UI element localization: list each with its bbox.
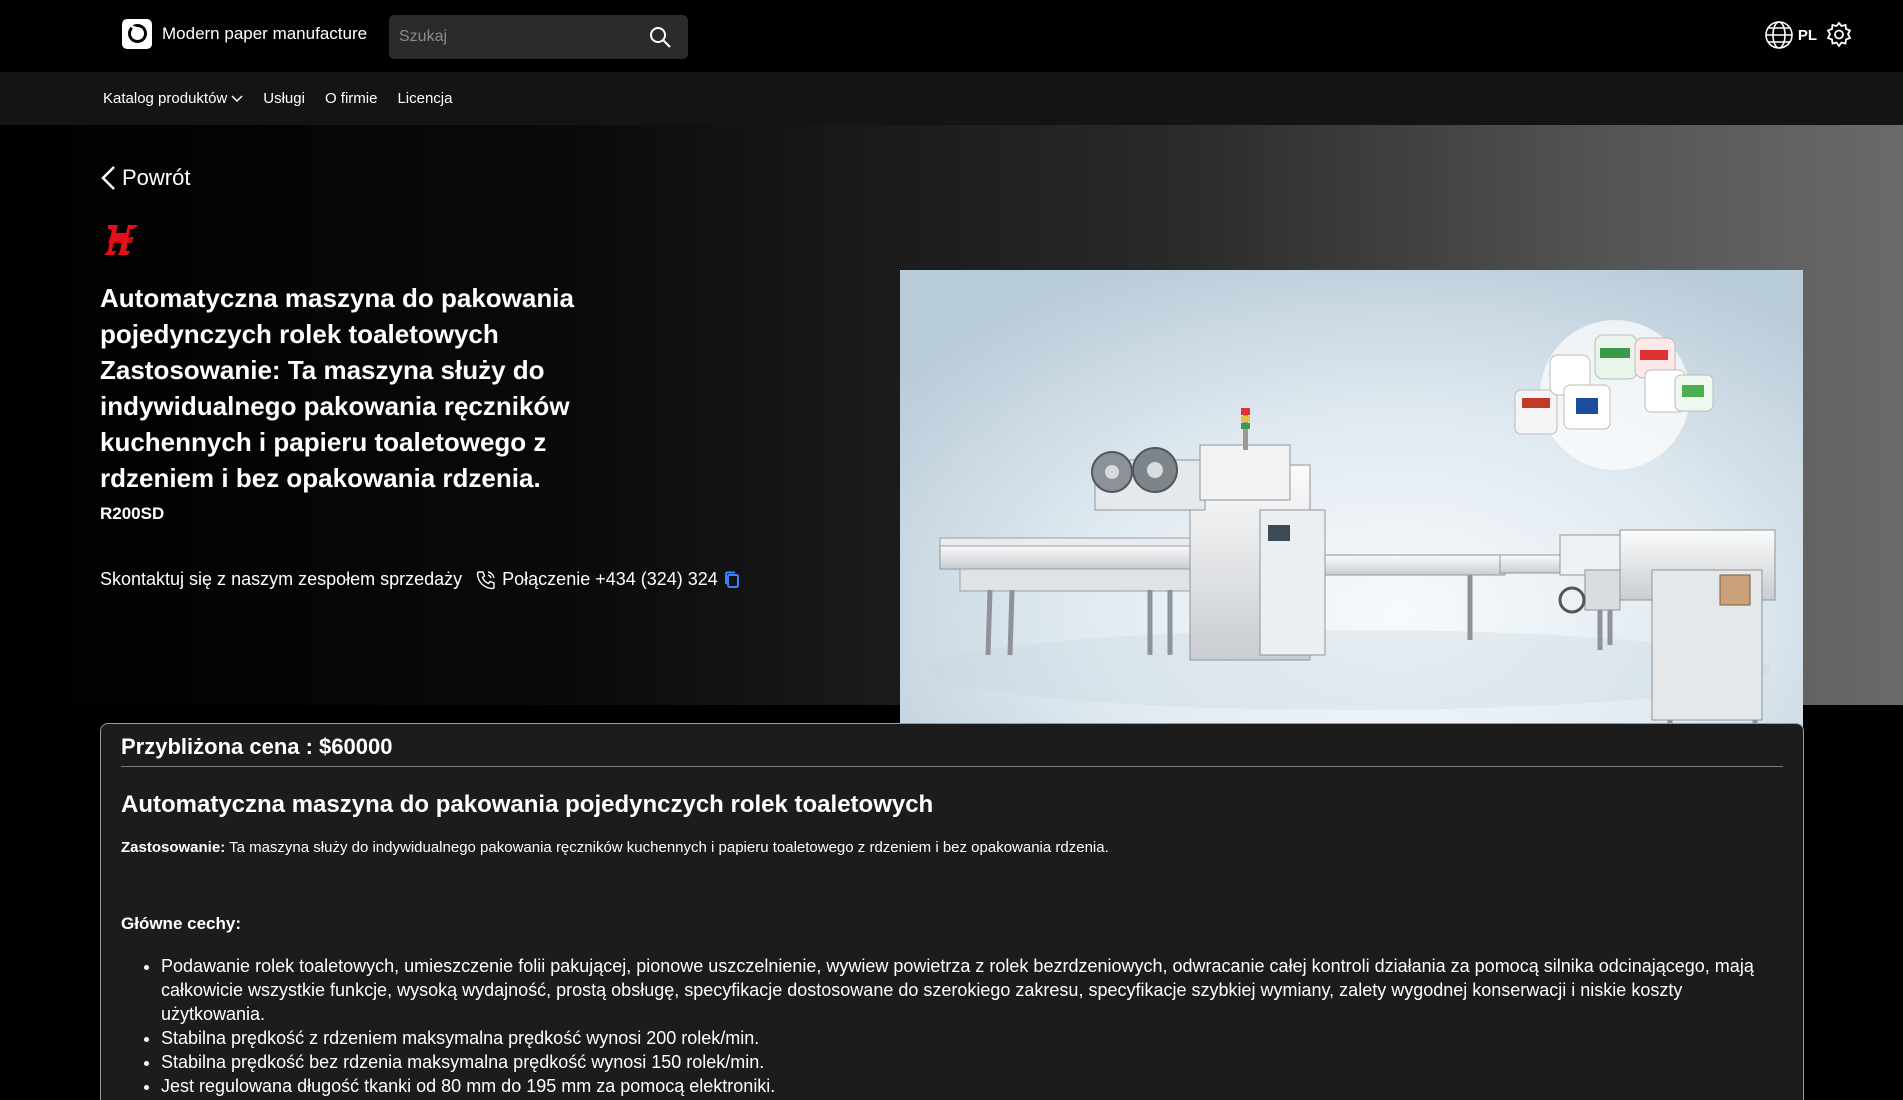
brand[interactable]: Modern paper manufacture [122, 19, 367, 49]
nav-item-label: Usługi [263, 90, 305, 107]
approximate-price: Przybliżona cena : $60000 [121, 734, 1783, 767]
back-label: Powrót [122, 165, 191, 190]
gear-icon[interactable] [1825, 21, 1853, 49]
usage-paragraph: Zastosowanie: Ta maszyna służy do indywi… [121, 839, 1783, 856]
search-input[interactable] [389, 15, 639, 59]
brand-logo-icon [122, 19, 152, 49]
features-heading: Główne cechy: [121, 914, 241, 933]
nav-item-license[interactable]: Licencja [397, 90, 452, 107]
features-list: Podawanie rolek toaletowych, umieszczeni… [161, 954, 1783, 1098]
usage-label: Zastosowanie: [121, 839, 226, 856]
brand-name: Modern paper manufacture [162, 24, 368, 43]
phone-icon [476, 570, 495, 589]
nav-item-about[interactable]: O firmie [325, 90, 378, 107]
search-box [389, 15, 688, 59]
globe-icon[interactable] [1764, 20, 1794, 50]
contact-text: Skontaktuj się z naszym zespołem sprzeda… [100, 569, 463, 589]
main-nav: Katalog produktów Usługi O firmie Licenc… [0, 72, 1903, 125]
chevron-left-icon [101, 166, 115, 190]
product-title: Automatyczna maszyna do pakowania pojedy… [100, 283, 574, 493]
back-button[interactable]: Powrót [100, 165, 190, 191]
phone-label: Połączenie +434 (324) 324 [502, 569, 718, 589]
nav-item-services[interactable]: Usługi [263, 90, 305, 107]
nav-item-catalog[interactable]: Katalog produktów [103, 90, 243, 107]
call-link[interactable]: Połączenie +434 (324) 324 [476, 569, 718, 590]
language-label[interactable]: PL [1798, 27, 1817, 44]
list-item: Stabilna prędkość z rdzeniem maksymalna … [161, 1026, 1783, 1050]
list-item: Stabilna prędkość bez rdzenia maksymalna… [161, 1050, 1783, 1074]
product-hero: Powrót Automatyczna maszyna do pakowania… [0, 125, 1903, 823]
contact-row: Skontaktuj się z naszym zespołem sprzeda… [100, 569, 740, 590]
list-item: Jest regulowana długość tkanki od 80 mm … [161, 1074, 1783, 1098]
nav-item-label: Katalog produktów [103, 90, 228, 107]
usage-text: Ta maszyna służy do indywidualnego pakow… [225, 839, 1109, 856]
product-model: R200SD [100, 504, 165, 523]
copy-icon[interactable] [724, 571, 740, 589]
details-title: Automatyczna maszyna do pakowania pojedy… [121, 791, 934, 818]
chevron-down-icon [231, 94, 243, 102]
nav-item-label: O firmie [324, 90, 378, 107]
list-item: Podawanie rolek toaletowych, umieszczeni… [161, 954, 1783, 1026]
top-right-controls: PL [1764, 20, 1853, 50]
search-icon[interactable] [648, 25, 672, 49]
product-details-panel: Przybliżona cena : $60000 Automatyczna m… [100, 723, 1804, 1100]
nav-item-label: Licencja [397, 90, 453, 107]
top-bar: Modern paper manufacture PL [0, 0, 1903, 72]
manufacturer-logo [104, 225, 138, 255]
